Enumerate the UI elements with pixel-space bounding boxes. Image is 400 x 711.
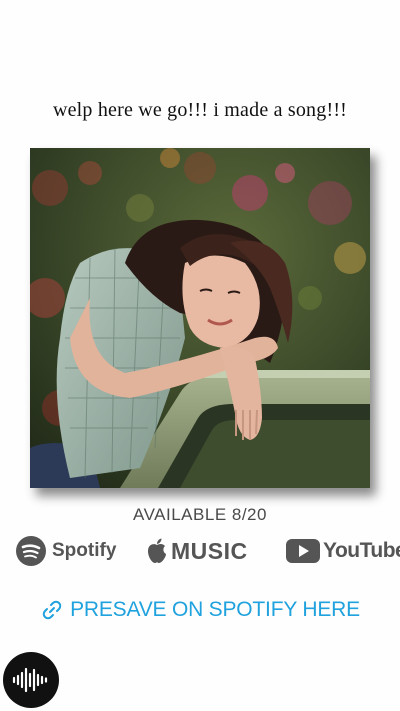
spotify-logo[interactable]: Spotify: [15, 534, 116, 568]
platform-logos: Spotify MUSIC YouTube: [0, 534, 400, 568]
apple-music-label: MUSIC: [171, 537, 248, 564]
cover-photo: [30, 148, 370, 488]
apple-music-logo[interactable]: MUSIC: [146, 534, 248, 568]
youtube-label: YouTube: [323, 539, 400, 562]
youtube-logo[interactable]: YouTube: [286, 534, 400, 568]
soundwave-badge[interactable]: [3, 652, 59, 708]
presave-link[interactable]: PRESAVE ON SPOTIFY HERE: [0, 598, 400, 622]
soundwave-icon: [12, 667, 48, 693]
post-headline: welp here we go!!! i made a song!!!: [52, 99, 348, 121]
spotify-label: Spotify: [52, 540, 117, 561]
cover-photo-illustration: [30, 148, 370, 488]
apple-logo-icon: [148, 538, 166, 563]
link-icon: [42, 600, 62, 620]
spotify-logo-icon: [16, 536, 46, 566]
presave-label: PRESAVE ON SPOTIFY HERE: [70, 598, 360, 621]
youtube-play-icon: [286, 539, 320, 563]
release-date-text: AVAILABLE 8/20: [133, 505, 267, 524]
